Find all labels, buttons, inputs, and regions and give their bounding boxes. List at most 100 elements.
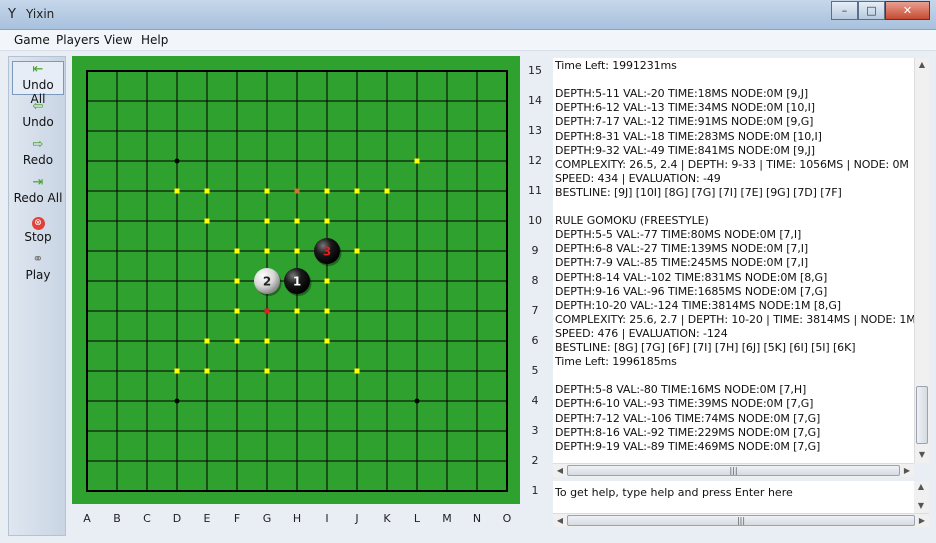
scroll-right-icon[interactable]: ▶: [900, 466, 914, 475]
command-scroll-down-icon[interactable]: ▼: [914, 501, 928, 510]
command-scroll-right-icon[interactable]: ▶: [915, 516, 929, 525]
stone-number: 3: [323, 245, 331, 259]
menu-help[interactable]: Help: [141, 33, 168, 47]
log-line: SPEED: 434 | EVALUATION: -49: [555, 171, 721, 185]
close-button[interactable]: ✕: [885, 1, 930, 20]
star-point: [174, 158, 180, 164]
stop-button[interactable]: ⊗ Stop: [12, 214, 64, 248]
hint-point: [234, 248, 240, 254]
window-controls: – □ ✕: [831, 1, 930, 20]
row-label: 3: [531, 424, 539, 437]
hint-point: [354, 368, 360, 374]
redo-all-button[interactable]: ⇥ Redo All: [12, 175, 64, 209]
hint-point: [234, 338, 240, 344]
command-scroll-left-icon[interactable]: ◀: [553, 516, 567, 525]
undo-label: Undo: [22, 115, 54, 129]
row-label: 7: [531, 304, 539, 317]
hint-point: [204, 368, 210, 374]
hint-point: [294, 218, 300, 224]
log-line: DEPTH:9-19 VAL:-89 TIME:469MS NODE:0M [7…: [555, 439, 821, 453]
log-line: COMPLEXITY: 26.5, 2.4 | DEPTH: 9-33 | TI…: [555, 157, 909, 171]
hint-point: [264, 218, 270, 224]
play-icon: ⚭: [32, 252, 44, 267]
log-hscroll-thumb[interactable]: |||: [567, 465, 900, 476]
undo-all-button[interactable]: ⇤ Undo All: [12, 61, 64, 106]
game-board[interactable]: 1 2 3: [72, 56, 520, 504]
hint-point: [324, 338, 330, 344]
menu-game[interactable]: Game: [14, 33, 50, 47]
log-line: DEPTH:7-17 VAL:-12 TIME:91MS NODE:0M [9,…: [555, 115, 814, 129]
maximize-button[interactable]: □: [858, 1, 885, 20]
redo-button[interactable]: ⇨ Redo: [12, 137, 64, 171]
hint-point: [234, 308, 240, 314]
engine-log[interactable]: Time Left: 1991231ms DEPTH:5-11 VAL:-20 T…: [553, 58, 914, 463]
row-label: 4: [531, 394, 539, 407]
row-label: 13: [528, 124, 542, 137]
play-button[interactable]: ⚭ Play: [12, 252, 64, 286]
log-line: DEPTH:5-5 VAL:-77 TIME:80MS NODE:0M [7,I…: [555, 228, 802, 242]
log-line: DEPTH:5-8 VAL:-80 TIME:16MS NODE:0M [7,H…: [555, 383, 807, 397]
row-label: 6: [531, 334, 539, 347]
row-label: 15: [528, 64, 542, 77]
hint-point: [324, 308, 330, 314]
undo-all-icon: ⇤: [32, 62, 44, 77]
scroll-up-icon[interactable]: ▲: [915, 60, 929, 69]
command-box[interactable]: [553, 481, 929, 513]
log-line: BESTLINE: [9J] [10I] [8G] [7G] [7I] [7E]…: [555, 185, 842, 199]
hint-point: [204, 218, 210, 224]
redo-all-icon: ⇥: [32, 175, 44, 190]
minimize-button[interactable]: –: [831, 1, 858, 20]
log-line: DEPTH:6-12 VAL:-13 TIME:34MS NODE:0M [10…: [555, 101, 815, 115]
column-label: C: [143, 512, 151, 525]
menu-players[interactable]: Players: [56, 33, 100, 47]
column-label: G: [262, 512, 272, 525]
command-hscroll-thumb[interactable]: |||: [567, 515, 915, 526]
menu-view[interactable]: View: [104, 33, 132, 47]
log-line: Time Left: 1996185ms: [555, 355, 677, 369]
board-grid[interactable]: 1 2 3: [72, 56, 520, 504]
redo-all-label: Redo All: [13, 191, 63, 205]
log-horizontal-scrollbar[interactable]: ◀ ||| ▶: [553, 463, 914, 477]
row-label: 14: [528, 94, 542, 107]
command-input[interactable]: [555, 484, 905, 500]
undo-button[interactable]: ⇦ Undo: [12, 99, 64, 133]
column-label: L: [413, 512, 421, 525]
hint-point: [294, 308, 300, 314]
hint-point: [414, 158, 420, 164]
log-line: DEPTH:6-10 VAL:-93 TIME:39MS NODE:0M [7,…: [555, 397, 814, 411]
window-title: Yixin: [26, 7, 55, 21]
hint-point: [174, 188, 180, 194]
hint-point: [384, 188, 390, 194]
log-scroll-thumb[interactable]: [916, 386, 928, 444]
undo-icon: ⇦: [32, 99, 44, 114]
column-label: M: [442, 512, 452, 525]
command-scroll-up-icon[interactable]: ▲: [914, 482, 928, 491]
column-label: F: [233, 512, 241, 525]
hint-point: [204, 338, 210, 344]
row-label: 12: [528, 154, 542, 167]
scroll-left-icon[interactable]: ◀: [553, 466, 567, 475]
column-label: O: [502, 512, 512, 525]
title-bar: Y Yixin – □ ✕: [0, 0, 936, 30]
command-vertical-scrollbar[interactable]: ▲ ▼: [914, 481, 929, 513]
redo-icon: ⇨: [32, 137, 44, 152]
column-label: A: [83, 512, 91, 525]
row-label: 9: [531, 244, 539, 257]
log-line: DEPTH:7-9 VAL:-85 TIME:245MS NODE:0M [7,…: [555, 256, 809, 270]
play-label: Play: [25, 268, 51, 282]
stop-icon: ⊗: [31, 217, 45, 230]
log-vertical-scrollbar[interactable]: ▲ ▼: [914, 58, 929, 463]
log-line: DEPTH:7-12 VAL:-106 TIME:74MS NODE:0M [7…: [555, 411, 821, 425]
scroll-down-icon[interactable]: ▼: [915, 450, 929, 459]
toolbar: ⇤ Undo All ⇦ Undo ⇨ Redo ⇥ Redo All ⊗ St…: [8, 56, 66, 536]
row-label: 10: [528, 214, 542, 227]
command-horizontal-scrollbar[interactable]: ◀ ||| ▶: [553, 513, 929, 527]
column-label: K: [383, 512, 391, 525]
column-label: J: [355, 512, 359, 525]
stone-number: 2: [263, 275, 271, 289]
app-icon: Y: [8, 7, 16, 22]
log-line: Time Left: 1991231ms: [555, 59, 677, 72]
hint-point: [204, 188, 210, 194]
hint-point: [264, 338, 270, 344]
star-point: [174, 398, 180, 404]
